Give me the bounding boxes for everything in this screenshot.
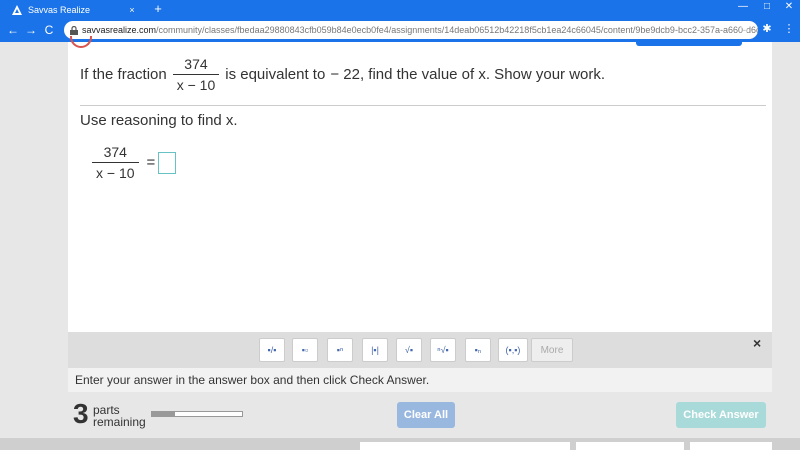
work-fraction: 374 x − 10: [92, 144, 139, 181]
fraction-denominator: x − 10: [172, 74, 220, 93]
more-templates-button[interactable]: More: [531, 338, 573, 362]
forward-icon[interactable]: →: [22, 23, 40, 37]
header-button-partial[interactable]: [636, 42, 742, 46]
tab-close-icon[interactable]: ×: [126, 5, 138, 15]
fraction-numerator: 374: [184, 56, 208, 72]
work-fraction-numerator: 374: [103, 144, 127, 160]
footer-bar: 3 parts remaining Clear All Check Answer: [68, 392, 772, 438]
instruction-text: Use reasoning to find x.: [80, 112, 238, 129]
question-panel: If the fraction 374 x − 10 is equivalent…: [68, 36, 772, 332]
question-middle: is equivalent to: [225, 66, 326, 83]
square-root-template-button[interactable]: √▪: [396, 338, 422, 362]
clear-all-button[interactable]: Clear All: [397, 402, 455, 428]
maximize-icon[interactable]: □: [760, 1, 774, 12]
work-fraction-denominator: x − 10: [92, 162, 139, 181]
new-tab-button[interactable]: +: [151, 1, 165, 16]
lock-icon: [70, 25, 78, 35]
parts-progress-bar: [151, 411, 243, 417]
page-margin-right: [772, 42, 800, 450]
absolute-value-template-button[interactable]: |▪|: [362, 338, 388, 362]
bottom-strip: [0, 438, 800, 450]
mixed-number-template-button[interactable]: ▪▫: [292, 338, 318, 362]
minimize-icon[interactable]: —: [736, 1, 750, 12]
fraction-template-button[interactable]: ▪/▪: [259, 338, 285, 362]
extensions-icon[interactable]: ✱: [760, 22, 774, 35]
divider: [80, 105, 766, 106]
work-equation: 374 x − 10 =: [86, 144, 177, 181]
question-text: If the fraction 374 x − 10 is equivalent…: [80, 56, 605, 93]
math-palette: ▪/▪ ▪▫ ▪ⁿ |▪| √▪ ⁿ√▪ ▪ₙ (▪,▪) More ×: [68, 332, 772, 368]
browser-tab-strip: Savvas Realize × + — □ ✕: [0, 0, 800, 18]
question-prefix: If the fraction: [80, 66, 167, 83]
help-text: Enter your answer in the answer box and …: [68, 368, 772, 392]
question-fraction: 374 x − 10: [172, 56, 220, 93]
url-path: /community/classes/fbedaa29880843cfb059b…: [156, 25, 758, 35]
reload-icon[interactable]: C: [40, 23, 58, 37]
equals-sign: =: [146, 154, 156, 171]
subscript-template-button[interactable]: ▪ₙ: [465, 338, 491, 362]
browser-menu-icon[interactable]: ⋮: [782, 22, 796, 35]
bottom-tile: [360, 442, 570, 450]
page-margin-left: [0, 42, 68, 450]
question-value: − 22, find the value of x. Show your wor…: [330, 66, 606, 83]
bookmark-star-icon[interactable]: ☆: [738, 22, 752, 35]
savvas-logo-icon: [12, 5, 22, 15]
browser-tab[interactable]: Savvas Realize ×: [6, 2, 142, 18]
back-icon[interactable]: ←: [4, 23, 22, 37]
parts-remaining-label: parts remaining: [93, 404, 146, 428]
tab-title: Savvas Realize: [28, 5, 91, 15]
browser-toolbar: ← → C savvasrealize.com/community/classe…: [0, 18, 800, 42]
progress-fill: [152, 412, 175, 416]
nth-root-template-button[interactable]: ⁿ√▪: [430, 338, 456, 362]
answer-input[interactable]: [158, 151, 177, 174]
close-window-icon[interactable]: ✕: [782, 1, 796, 12]
bottom-tile: [690, 442, 772, 450]
bottom-tile: [576, 442, 684, 450]
address-bar[interactable]: savvasrealize.com/community/classes/fbed…: [64, 21, 758, 39]
status-circle-partial: [70, 36, 92, 48]
ordered-pair-template-button[interactable]: (▪,▪): [498, 338, 528, 362]
url-host: savvasrealize.com: [82, 25, 157, 35]
parts-label-line-2: remaining: [93, 415, 146, 429]
parts-remaining-count: 3: [73, 398, 89, 429]
close-palette-icon[interactable]: ×: [753, 335, 761, 351]
check-answer-button[interactable]: Check Answer: [676, 402, 766, 428]
exponent-template-button[interactable]: ▪ⁿ: [327, 338, 353, 362]
